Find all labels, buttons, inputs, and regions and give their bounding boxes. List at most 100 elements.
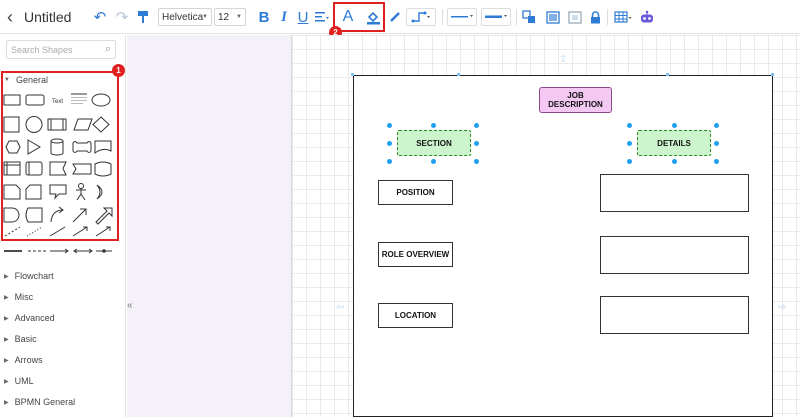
category-label: Arrows <box>14 355 43 365</box>
line-styles-row[interactable] <box>4 245 112 257</box>
text-color-highlight-box <box>333 2 385 32</box>
caret-right-icon: ▶ <box>4 273 9 280</box>
font-family-value: Helvetica <box>162 11 204 23</box>
font-size-value: 12 <box>218 11 230 23</box>
internal-storage-shape <box>3 161 21 176</box>
position-value-box[interactable] <box>600 174 749 212</box>
resize-handle[interactable] <box>431 159 436 164</box>
category-uml[interactable]: ▶ UML <box>4 376 34 386</box>
page-corner-marker <box>351 73 354 76</box>
image-alt-icon[interactable] <box>567 0 583 34</box>
resize-handle[interactable] <box>474 159 479 164</box>
caret-right-icon: ▶ <box>4 378 9 385</box>
resize-handle[interactable] <box>474 141 479 146</box>
caret-right-icon: ▶ <box>4 399 9 406</box>
delay-shape <box>3 207 20 223</box>
resize-handle[interactable] <box>431 123 436 128</box>
resize-handle[interactable] <box>714 123 719 128</box>
location-shape[interactable]: LOCATION <box>378 303 453 328</box>
details-shape[interactable]: DETAILS <box>637 130 711 156</box>
font-size-select[interactable]: 12 ▼ <box>214 8 246 26</box>
bold-icon[interactable]: B <box>257 0 271 34</box>
location-value-box[interactable] <box>600 296 749 334</box>
toolbar: ‹ Untitled ↶ ↷ Helvetica ▼ 12 ▼ B I U A … <box>0 0 800 39</box>
resize-handle[interactable] <box>627 141 632 146</box>
caret-right-icon: ▶ <box>4 357 9 364</box>
job-description-shape[interactable]: JOB DESCRIPTION <box>539 87 612 113</box>
italic-icon[interactable]: I <box>277 0 291 34</box>
toolbar-divider <box>442 9 443 25</box>
resize-handle[interactable] <box>387 141 392 146</box>
section-shape[interactable]: SECTION <box>397 130 471 156</box>
resize-handle[interactable] <box>627 123 632 128</box>
line-shape <box>49 226 66 237</box>
circle-shape <box>25 116 43 133</box>
category-label: Basic <box>14 334 37 344</box>
category-label: Misc <box>14 292 34 302</box>
category-basic[interactable]: ▶ Basic <box>4 334 37 344</box>
resize-handle[interactable] <box>627 159 632 164</box>
search-placeholder: Search Shapes <box>11 44 73 55</box>
category-misc[interactable]: ▶ Misc <box>4 292 33 302</box>
undo-icon[interactable]: ↶ <box>92 0 108 34</box>
double-arrow-shape <box>72 208 87 223</box>
line-width-select[interactable] <box>481 8 511 26</box>
resize-handle[interactable] <box>672 159 677 164</box>
document-shape <box>94 140 112 154</box>
category-advanced[interactable]: ▶ Advanced <box>4 313 55 323</box>
align-icon[interactable] <box>314 0 330 34</box>
arrow-right-icon[interactable]: ⇨ <box>778 302 786 313</box>
big-arrow-shape <box>95 207 113 225</box>
resize-handle[interactable] <box>672 123 677 128</box>
resize-handle[interactable] <box>387 123 392 128</box>
stored-data-shape <box>49 161 67 176</box>
dashed-line-shape <box>4 226 21 237</box>
image-icon[interactable] <box>545 0 561 34</box>
toolbar-divider <box>516 9 517 25</box>
parallelogram-shape <box>73 118 93 131</box>
caret-right-icon: ▶ <box>4 315 9 322</box>
resize-handle[interactable] <box>714 141 719 146</box>
canvas-gutter <box>127 35 291 417</box>
font-family-select[interactable]: Helvetica ▼ <box>158 8 212 26</box>
format-painter-icon[interactable] <box>136 0 150 34</box>
square-shape <box>3 116 20 133</box>
search-shapes-input[interactable]: Search Shapes ⌕ <box>6 40 116 59</box>
triangle-shape <box>27 139 41 155</box>
toolbar-divider <box>607 9 608 25</box>
underline-icon[interactable]: U <box>296 0 310 34</box>
line-style-select[interactable] <box>447 8 477 26</box>
lock-icon[interactable] <box>588 0 602 34</box>
resize-handle[interactable] <box>714 159 719 164</box>
document-title[interactable]: Untitled <box>24 0 71 34</box>
arrow-line-shape <box>72 226 88 237</box>
cylinder-shape <box>50 138 64 156</box>
collapse-sidebar-icon[interactable]: « <box>127 300 133 311</box>
resize-handle[interactable] <box>387 159 392 164</box>
back-arrow-icon[interactable]: ‹ <box>2 0 18 34</box>
ellipse-shape <box>91 93 111 107</box>
caret-right-icon: ▶ <box>4 294 9 301</box>
line-color-icon[interactable] <box>388 0 402 34</box>
callout-shape <box>49 184 67 200</box>
arrow-up-icon[interactable]: ⇧ <box>559 54 567 65</box>
ai-robot-icon[interactable] <box>638 0 656 34</box>
redo-icon[interactable]: ↷ <box>114 0 130 34</box>
or-shape <box>96 184 103 200</box>
shapes-sidebar: Search Shapes ⌕ ▼ General 1 Text ▶ Flowc… <box>0 35 126 417</box>
role-overview-shape[interactable]: ROLE OVERVIEW <box>378 242 453 267</box>
connector-style-select[interactable] <box>406 8 436 26</box>
arrow-left-icon[interactable]: ⇦ <box>336 302 344 313</box>
role-overview-value-box[interactable] <box>600 236 749 274</box>
category-bpmn-general[interactable]: ▶ BPMN General <box>4 397 75 407</box>
diamond-shape <box>92 116 110 133</box>
category-label: Advanced <box>14 313 55 323</box>
category-arrows[interactable]: ▶ Arrows <box>4 355 43 365</box>
position-shape[interactable]: POSITION <box>378 180 453 205</box>
general-shapes-palette[interactable]: Text <box>3 90 115 240</box>
resize-handle[interactable] <box>474 123 479 128</box>
arrange-icon[interactable] <box>520 0 540 34</box>
category-label: Flowchart <box>14 271 54 281</box>
table-icon[interactable] <box>612 0 634 34</box>
category-flowchart[interactable]: ▶ Flowchart <box>4 271 54 281</box>
